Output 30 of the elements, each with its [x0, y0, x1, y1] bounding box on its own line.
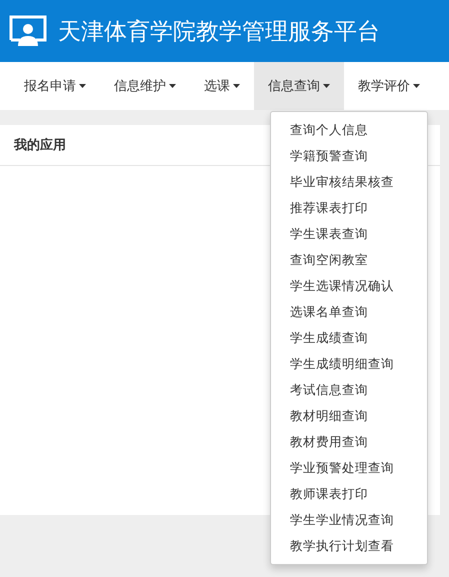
menu-item[interactable]: 毕业审核结果核查	[271, 169, 427, 195]
monitor-user-icon	[8, 14, 48, 48]
nav-tab[interactable]: 选课	[190, 62, 254, 110]
menu-item[interactable]: 学生成绩明细查询	[271, 351, 427, 377]
menu-item[interactable]: 考试信息查询	[271, 377, 427, 403]
nav-tab[interactable]: 信息维护	[100, 62, 190, 110]
menu-item[interactable]: 学生成绩查询	[271, 325, 427, 351]
app-title: 天津体育学院教学管理服务平台	[58, 18, 380, 46]
nav-tab[interactable]: 报名申请	[10, 62, 100, 110]
menu-item[interactable]: 选课名单查询	[271, 299, 427, 325]
caret-icon	[323, 84, 330, 88]
menu-item[interactable]: 教材明细查询	[271, 403, 427, 429]
menu-item[interactable]: 学生学业情况查询	[271, 507, 427, 533]
panel-title: 我的应用	[14, 136, 66, 154]
menu-item[interactable]: 学籍预警查询	[271, 143, 427, 169]
menu-item[interactable]: 查询空闲教室	[271, 247, 427, 273]
menu-item[interactable]: 学业预警处理查询	[271, 455, 427, 481]
caret-icon	[233, 84, 240, 88]
menu-item[interactable]: 教学执行计划查看	[271, 533, 427, 559]
menu-item[interactable]: 教师课表打印	[271, 481, 427, 507]
menu-item[interactable]: 学生选课情况确认	[271, 273, 427, 299]
menu-item[interactable]: 推荐课表打印	[271, 195, 427, 221]
nav-tab[interactable]: 教学评价	[344, 62, 434, 110]
caret-icon	[169, 84, 176, 88]
nav-tab[interactable]: 信息查询	[254, 62, 344, 110]
caret-icon	[413, 84, 420, 88]
menu-item[interactable]: 学生课表查询	[271, 221, 427, 247]
menu-item[interactable]: 教材费用查询	[271, 429, 427, 455]
caret-icon	[79, 84, 86, 88]
menu-item[interactable]: 查询个人信息	[271, 117, 427, 143]
